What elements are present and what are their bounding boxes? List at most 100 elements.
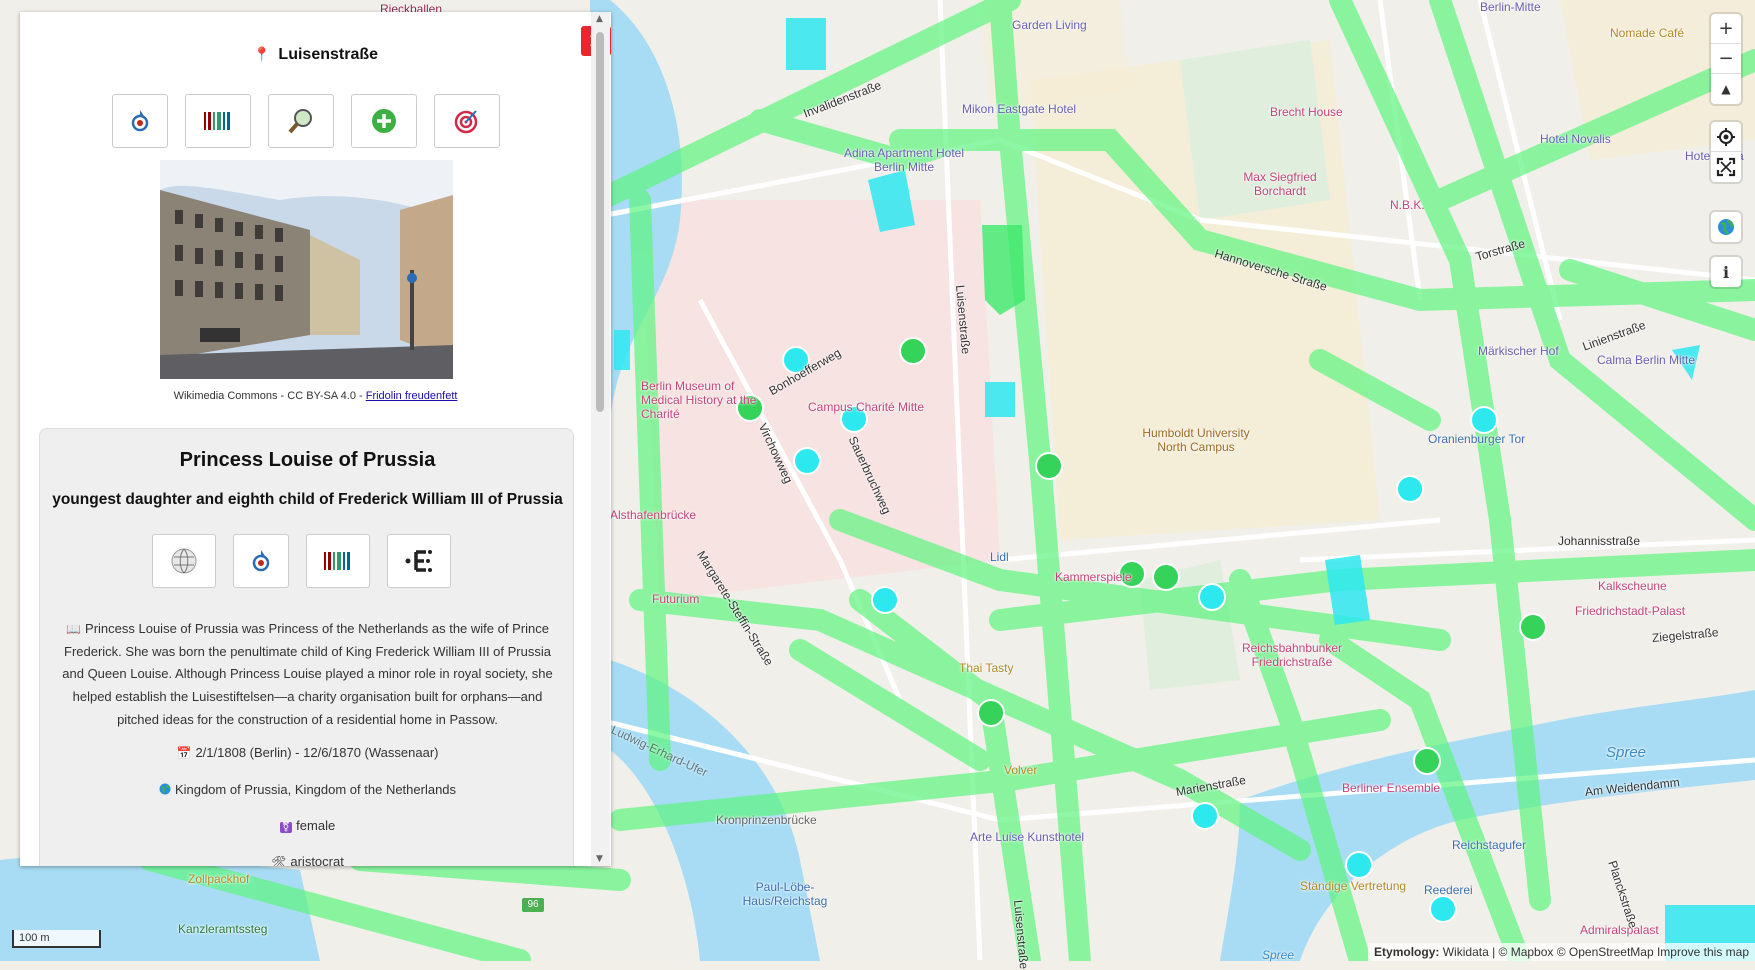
reasonator-button[interactable] [434, 94, 500, 148]
wikipedia-button[interactable] [152, 534, 216, 588]
map-label: Volver [1004, 763, 1038, 777]
scale-bar: 100 m [12, 930, 101, 948]
entity-abstract-text: Princess Louise of Prussia was Princess … [62, 621, 553, 727]
map-label: Märkischer Hof [1478, 344, 1559, 358]
compass-icon: ▲ [1721, 82, 1731, 96]
scroll-thumb[interactable] [596, 32, 604, 412]
tools-icon: 🛠 [271, 855, 287, 866]
map-label: Reichstagufer [1452, 838, 1527, 852]
map-label: Calma Berlin Mitte [1597, 353, 1696, 367]
street-photo [160, 160, 453, 379]
entity-name: Princess Louise of Prussia [179, 449, 436, 471]
scroll-down-arrow-icon[interactable]: ▼ [596, 854, 603, 864]
map-label: Brecht House [1270, 105, 1343, 119]
entity-gender-text: female [296, 818, 336, 833]
map-label: Arte Luise Kunsthotel [970, 830, 1085, 844]
photo-license: Wikimedia Commons - CC BY-SA 4.0 - [173, 390, 366, 402]
map-label: Berlin Museum of Medical History at the … [641, 379, 757, 421]
globe-button[interactable] [1711, 212, 1741, 242]
entity-link-buttons [152, 534, 451, 588]
plus-circle-icon [372, 109, 396, 133]
entitree-button[interactable] [387, 534, 451, 588]
map-label: Berliner Ensemble [1342, 781, 1441, 795]
map-label: Hotel Novalis [1540, 132, 1611, 146]
wikidata-barcode-icon [324, 552, 350, 570]
feature-link-buttons [112, 94, 500, 148]
wikimedia-commons-button[interactable] [112, 94, 168, 148]
info-button[interactable]: i [1711, 257, 1741, 287]
entity-occupation-text: aristocrat [290, 854, 344, 866]
info-control: i [1711, 257, 1741, 287]
entity-dates: 📅 2/1/1808 (Berlin) - 12/6/1870 (Wassenaa… [40, 745, 575, 760]
map-label: Alsthafenbrücke [610, 508, 697, 522]
globe-control [1711, 212, 1741, 242]
attribution: Etymology: Wikidata | © Mapbox © OpenStr… [1368, 943, 1755, 961]
osm-inspector-button[interactable] [268, 94, 334, 148]
gender-icon: ⚧ [279, 822, 293, 833]
map-label: Reederei [1424, 883, 1473, 897]
zoom-out-button[interactable]: − [1711, 44, 1741, 74]
wikipedia-globe-icon [171, 548, 197, 574]
photo-caption: Wikimedia Commons - CC BY-SA 4.0 - Frido… [20, 390, 611, 402]
map-label: Lidl [990, 550, 1009, 564]
map-label: Friedrichstadt-Palast [1575, 604, 1686, 618]
magnifier-map-icon [288, 109, 312, 134]
target-location-icon [1717, 127, 1735, 146]
scroll-up-arrow-icon[interactable]: ▲ [596, 14, 603, 24]
feature-photo[interactable] [160, 160, 453, 379]
commons-button[interactable] [233, 534, 289, 588]
map-label: Oranienburger Tor [1428, 432, 1526, 446]
geolocate-button[interactable] [1711, 122, 1741, 152]
entity-description: youngest daughter and eighth child of Fr… [52, 491, 563, 508]
map-label: Max Siegfried Borchardt [1243, 170, 1317, 198]
map-label: Paul-Löbe-Haus/Reichstag [742, 880, 828, 908]
fullscreen-button[interactable] [1711, 152, 1741, 182]
map-label: Reichsbahnbunker Friedrichstraße [1241, 641, 1343, 669]
map-pin-icon: 📍 [252, 46, 271, 62]
map-label: Mikon Eastgate Hotel [962, 102, 1077, 116]
etymology-entity-card: Princess Louise of Prussia youngest daug… [39, 428, 574, 866]
road-number-shield: 96 [522, 898, 544, 912]
globe-icon [1718, 219, 1734, 235]
attribution-text[interactable]: Wikidata | © Mapbox © OpenStreetMap Impr… [1443, 945, 1749, 959]
entity-gender: ⚧ female [40, 818, 575, 833]
feature-title: Luisenstraße [278, 46, 379, 63]
feature-title-row: 📍 Luisenstraße [20, 46, 611, 64]
compass-button[interactable]: ▲ [1711, 74, 1741, 104]
entitree-icon [405, 550, 432, 572]
map-label: Admiralspalast [1580, 923, 1659, 937]
street-label: Johannisstraße [1558, 534, 1641, 548]
globe-icon [159, 783, 171, 795]
map-label: Berlin-Mitte [1480, 0, 1541, 14]
map-label: N.B.K. [1390, 198, 1425, 212]
map-label: Kalkscheune [1598, 579, 1667, 593]
map-label: Zollpackhof [188, 872, 250, 886]
map-label: Kammerspiele [1055, 570, 1132, 584]
book-icon: 📖 [66, 622, 82, 636]
map-label: Adina Apartment Hotel Berlin Mitte [843, 146, 965, 174]
panel-scrollbar[interactable]: ▲ ▼ [591, 12, 610, 866]
map-label: Ständige Vertretung [1300, 879, 1407, 893]
wikidata-entity-button[interactable] [306, 534, 370, 588]
geolocate-control [1711, 122, 1741, 182]
map-label: Humboldt University North Campus [1142, 426, 1250, 454]
photo-author-link[interactable]: Fridolin freudenfett [366, 390, 458, 402]
map-label: Futurium [652, 592, 700, 606]
map-label: Spree [1606, 744, 1647, 761]
wikidata-barcode-icon [204, 112, 230, 130]
zoom-in-button[interactable]: + [1711, 14, 1741, 44]
feature-detail-panel: 📍Luisenstraße ✕ [20, 12, 611, 866]
entity-citizenship: Kingdom of Prussia, Kingdom of the Nethe… [40, 782, 575, 797]
map-label: Garden Living [1012, 18, 1087, 32]
map-label: Spree [1262, 948, 1295, 962]
entity-citizenship-text: Kingdom of Prussia, Kingdom of the Nethe… [174, 782, 457, 797]
openstreetmap-edit-button[interactable] [351, 94, 417, 148]
calendar-icon: 📅 [176, 746, 192, 760]
map-label: Kanzleramtssteg [178, 922, 268, 936]
entity-occupation: 🛠 aristocrat [40, 854, 575, 866]
wikidata-button[interactable] [185, 94, 251, 148]
commons-icon [131, 110, 149, 132]
map-label: Campus Charité Mitte [808, 400, 925, 414]
commons-icon [252, 550, 270, 572]
entity-dates-text: 2/1/1808 (Berlin) - 12/6/1870 (Wassenaar… [195, 745, 439, 760]
